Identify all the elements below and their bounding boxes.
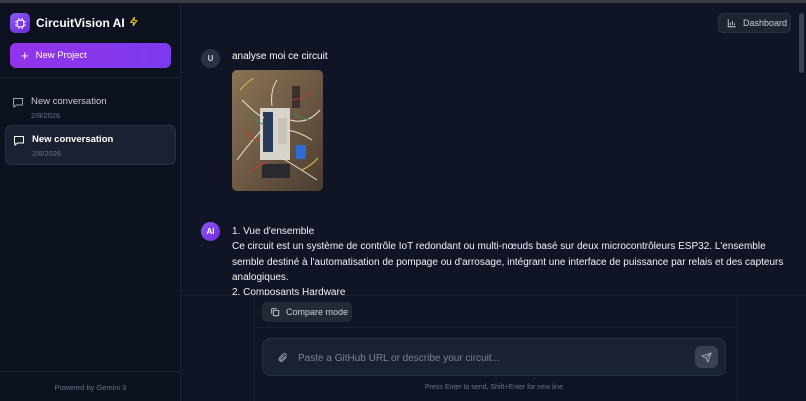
conversation-item[interactable]: New conversation 2/8/2026 (5, 88, 176, 128)
chat-main: Dashboard U analyse moi ce circuit AI 1.… (181, 3, 806, 401)
message-input[interactable] (298, 349, 678, 367)
divider (0, 77, 181, 78)
ai-message-heading: 1. Vue d'ensemble (232, 226, 315, 237)
input-hint: Press Enter to send, Shift+Enter for new… (425, 384, 563, 391)
app-title: CircuitVision AI (36, 16, 125, 30)
user-avatar: U (201, 49, 220, 68)
ai-message: 1. Vue d'ensemble Ce circuit est un syst… (232, 224, 792, 300)
sidebar: CircuitVision AI + New Project New conve… (0, 3, 181, 401)
divider (736, 296, 737, 401)
plus-icon: + (21, 48, 29, 63)
send-button[interactable] (695, 346, 718, 368)
powered-by-label: Powered by Gemini 3 (54, 383, 127, 392)
message-input-box (262, 338, 726, 376)
scrollbar-thumb[interactable] (799, 13, 804, 73)
dashboard-label: Dashboard (743, 18, 788, 28)
chat-bubble-icon (13, 98, 23, 108)
bar-chart-icon (727, 19, 736, 28)
brand: CircuitVision AI (10, 13, 139, 33)
conversation-title: New conversation (31, 96, 107, 107)
paperclip-icon[interactable] (277, 351, 288, 364)
composer: Compare mode Press Enter to send, Shift+… (181, 295, 806, 401)
conversation-item-active[interactable]: New conversation 2/8/2026 (5, 125, 176, 165)
ai-message-paragraph: Ce circuit est un système de contrôle Io… (232, 241, 784, 283)
copy-icon (271, 308, 280, 317)
divider (254, 296, 255, 401)
user-message: analyse moi ce circuit (232, 51, 328, 62)
conversation-date: 2/8/2026 (31, 111, 61, 120)
dashboard-button[interactable]: Dashboard (718, 13, 791, 33)
chat-bubble-icon (14, 136, 24, 146)
ai-avatar: AI (201, 222, 220, 241)
new-project-button[interactable]: + New Project (10, 43, 171, 68)
send-icon (701, 351, 712, 363)
divider (0, 371, 181, 372)
chip-icon (10, 13, 30, 33)
new-project-label: New Project (35, 50, 87, 61)
compare-mode-button[interactable]: Compare mode (262, 302, 352, 322)
conversation-date: 2/8/2026 (32, 149, 62, 158)
circuit-photo[interactable] (232, 70, 323, 191)
conversation-title: New conversation (32, 134, 114, 145)
divider (256, 327, 736, 328)
bolt-icon (129, 14, 139, 32)
compare-mode-label: Compare mode (286, 307, 349, 317)
